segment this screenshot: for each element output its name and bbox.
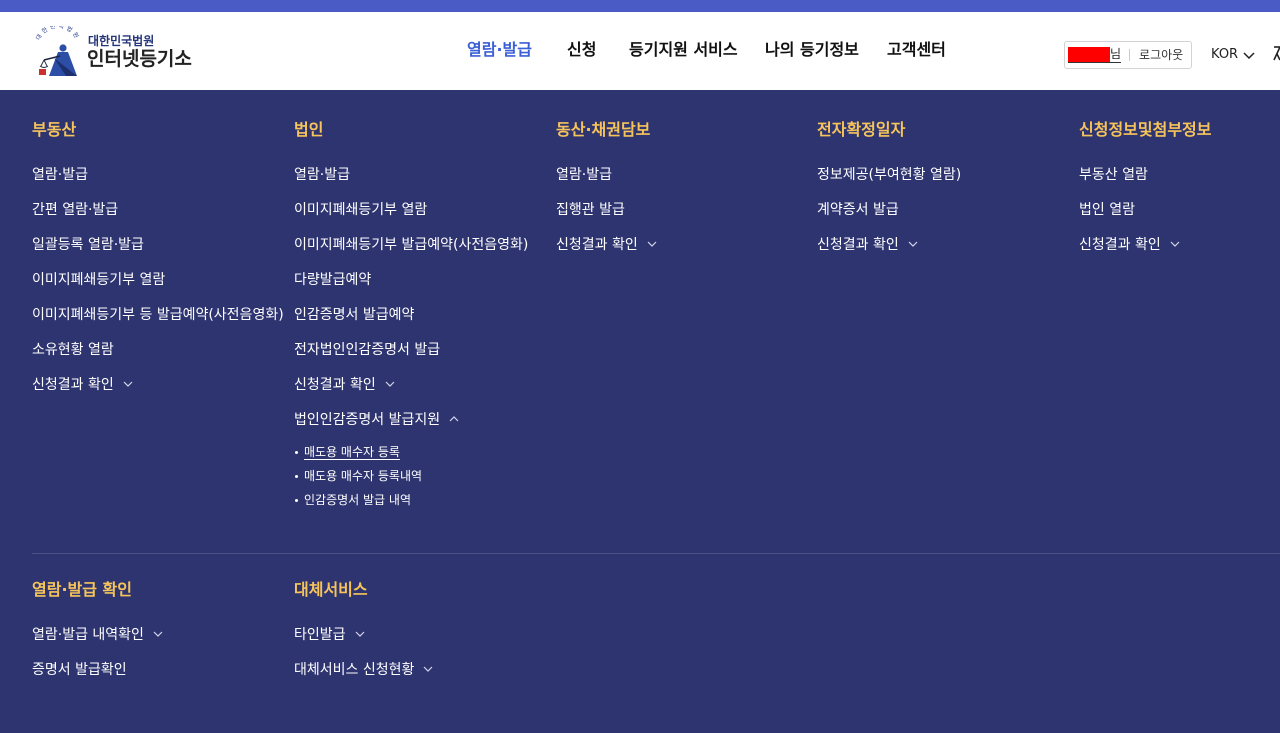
menu-item-cert-issue-check[interactable]: 증명서 발급확인 [32, 660, 287, 680]
emblem-arc-text: 대한민국법원 [34, 26, 80, 42]
chevron-down-icon [1243, 51, 1255, 59]
menu-item-movable-view-issue[interactable]: 열람·발급 [556, 165, 811, 185]
user-account-box: 님 로그아웃 [1064, 41, 1192, 69]
section-heading: 부동산 [32, 120, 77, 139]
menu-item-issue-history-check[interactable]: 열람·발급 내역확인 [32, 625, 287, 645]
menu-item-fixed-date-application-result[interactable]: 신청결과 확인 [817, 235, 1072, 255]
menu-list: 부동산 열람 법인 열람 신청결과 확인 [1079, 165, 1274, 255]
menu-list: 열람·발급 내역확인 증명서 발급확인 [32, 625, 287, 680]
menu-item-label: 열람·발급 내역확인 [32, 627, 144, 643]
menu-item-label: 대체서비스 신청현황 [294, 662, 415, 678]
menu-item-attachment-real-estate-view[interactable]: 부동산 열람 [1079, 165, 1274, 185]
menu-item-label: 법인인감증명서 발급지원 [294, 412, 441, 428]
menu-section-application-attachments: 신청정보및첨부정보 부동산 열람 법인 열람 신청결과 확인 [1079, 120, 1274, 270]
logout-button[interactable]: 로그아웃 [1139, 48, 1183, 63]
menu-item-corp-seal-cert-reservation[interactable]: 인감증명서 발급예약 [294, 305, 549, 325]
menu-item-label: 신청결과 확인 [294, 377, 376, 393]
menu-item-movable-bailiff-issue[interactable]: 집행관 발급 [556, 200, 811, 220]
menu-item-real-estate-bulk-view-issue[interactable]: 일괄등록 열람·발급 [32, 235, 287, 255]
menu-item-label: 신청결과 확인 [1079, 237, 1161, 253]
menu-item-real-estate-view-issue[interactable]: 열람·발급 [32, 165, 287, 185]
menu-section-real-estate: 부동산 열람·발급 간편 열람·발급 일괄등록 열람·발급 이미지폐쇄등기부 열… [32, 120, 287, 410]
chevron-down-icon [423, 666, 433, 672]
menu-list: 열람·발급 집행관 발급 신청결과 확인 [556, 165, 811, 255]
menu-section-e-fixed-date: 전자확정일자 정보제공(부여현황 열람) 계약증서 발급 신청결과 확인 [817, 120, 1072, 270]
submenu-item-buyer-registration[interactable]: 매도용 매수자 등록 [294, 443, 549, 461]
menu-item-corp-closed-register-view[interactable]: 이미지폐쇄등기부 열람 [294, 200, 549, 220]
user-name-link[interactable]: 님 [1068, 47, 1122, 63]
menu-item-fixed-date-info[interactable]: 정보제공(부여현황 열람) [817, 165, 1072, 185]
menu-item-real-estate-closed-register-view[interactable]: 이미지폐쇄등기부 열람 [32, 270, 287, 290]
submenu-item-label: 매도용 매수자 등록 [304, 445, 400, 459]
menu-list: 정보제공(부여현황 열람) 계약증서 발급 신청결과 확인 [817, 165, 1072, 255]
section-heading: 법인 [294, 120, 324, 139]
menu-item-corp-closed-register-reservation[interactable]: 이미지폐쇄등기부 발급예약(사전음영화) [294, 235, 549, 255]
separator [1129, 49, 1131, 61]
user-name-suffix: 님 [1110, 47, 1122, 61]
chevron-down-icon [385, 381, 395, 387]
menu-item-movable-application-result[interactable]: 신청결과 확인 [556, 235, 811, 255]
menu-item-label: 신청결과 확인 [817, 237, 899, 253]
nav-my-registry-info[interactable]: 나의 등기정보 [765, 40, 859, 60]
nav-application[interactable]: 신청 [567, 40, 596, 60]
chevron-up-icon [449, 416, 459, 422]
menu-item-attachment-application-result[interactable]: 신청결과 확인 [1079, 235, 1274, 255]
menu-item-label: 타인발급 [294, 627, 346, 643]
section-heading: 전자확정일자 [817, 120, 906, 139]
menu-section-alternative-service: 대체서비스 타인발급 대체서비스 신청현황 [294, 580, 549, 695]
chevron-down-icon [647, 241, 657, 247]
site-header: 대한민국법원 대한민국법원 인터넷등기소 열람·발급 신청 등기지원 서비스 나… [0, 12, 1280, 90]
menu-item-attachment-corp-view[interactable]: 법인 열람 [1079, 200, 1274, 220]
menu-section-movable-collateral: 동산·채권담보 열람·발급 집행관 발급 신청결과 확인 [556, 120, 811, 270]
menu-item-corp-bulk-issue-reservation[interactable]: 다량발급예약 [294, 270, 549, 290]
language-label: KOR [1211, 47, 1239, 62]
menu-item-corp-seal-cert-support[interactable]: 법인인감증명서 발급지원 [294, 410, 549, 430]
menu-item-third-party-issue[interactable]: 타인발급 [294, 625, 549, 645]
section-heading: 동산·채권담보 [556, 120, 651, 139]
chevron-down-icon [355, 631, 364, 637]
menu-item-corp-e-seal-cert-issue[interactable]: 전자법인인감증명서 발급 [294, 340, 549, 360]
chevron-down-icon [1170, 241, 1180, 247]
chevron-down-icon [153, 631, 163, 637]
menu-item-real-estate-closed-register-reservation[interactable]: 이미지폐쇄등기부 등 발급예약(사전음영화) [32, 305, 287, 325]
submenu-item-buyer-registration-history[interactable]: 매도용 매수자 등록내역 [294, 467, 549, 485]
language-selector[interactable]: KOR [1211, 47, 1255, 63]
court-emblem-logo[interactable]: 대한민국법원 [32, 26, 84, 78]
section-heading: 열람·발급 확인 [32, 580, 132, 599]
menu-item-corp-view-issue[interactable]: 열람·발급 [294, 165, 549, 185]
menu-item-label: 신청결과 확인 [32, 377, 114, 393]
close-icon[interactable] [1272, 45, 1280, 63]
chevron-down-icon [123, 381, 133, 387]
logo-title[interactable]: 인터넷등기소 [87, 48, 192, 70]
menu-item-real-estate-ownership-view[interactable]: 소유현황 열람 [32, 340, 287, 360]
submenu-item-label: 매도용 매수자 등록내역 [304, 469, 423, 483]
menu-item-label: 신청결과 확인 [556, 237, 638, 253]
nav-registry-support-service[interactable]: 등기지원 서비스 [629, 40, 738, 60]
menu-section-corporation: 법인 열람·발급 이미지폐쇄등기부 열람 이미지폐쇄등기부 발급예약(사전음영화… [294, 120, 549, 515]
menu-divider [32, 553, 1280, 554]
logo-subtitle: 대한민국법원 [88, 34, 155, 48]
menu-section-issue-check: 열람·발급 확인 열람·발급 내역확인 증명서 발급확인 [32, 580, 287, 695]
section-heading: 대체서비스 [294, 580, 368, 599]
menu-list: 열람·발급 이미지폐쇄등기부 열람 이미지폐쇄등기부 발급예약(사전음영화) 다… [294, 165, 549, 509]
submenu-item-label: 인감증명서 발급 내역 [304, 493, 411, 507]
redacted-user-name [1068, 47, 1110, 62]
chevron-down-icon [908, 241, 918, 247]
menu-list: 타인발급 대체서비스 신청현황 [294, 625, 549, 680]
mega-menu: 부동산 열람·발급 간편 열람·발급 일괄등록 열람·발급 이미지폐쇄등기부 열… [0, 90, 1280, 733]
menu-item-real-estate-application-result[interactable]: 신청결과 확인 [32, 375, 287, 395]
section-heading: 신청정보및첨부정보 [1079, 120, 1212, 139]
svg-text:대한민국법원: 대한민국법원 [34, 26, 82, 42]
menu-item-alt-service-status[interactable]: 대체서비스 신청현황 [294, 660, 549, 680]
menu-list: 열람·발급 간편 열람·발급 일괄등록 열람·발급 이미지폐쇄등기부 열람 이미… [32, 165, 287, 395]
menu-item-fixed-date-contract-issue[interactable]: 계약증서 발급 [817, 200, 1072, 220]
top-strip [0, 0, 1280, 12]
nav-view-issue[interactable]: 열람·발급 [467, 40, 532, 60]
menu-item-corp-application-result[interactable]: 신청결과 확인 [294, 375, 549, 395]
submenu-list: 매도용 매수자 등록 매도용 매수자 등록내역 인감증명서 발급 내역 [294, 443, 549, 509]
menu-item-real-estate-quick-view-issue[interactable]: 간편 열람·발급 [32, 200, 287, 220]
nav-customer-center[interactable]: 고객센터 [887, 40, 946, 60]
submenu-item-seal-cert-history[interactable]: 인감증명서 발급 내역 [294, 491, 549, 509]
